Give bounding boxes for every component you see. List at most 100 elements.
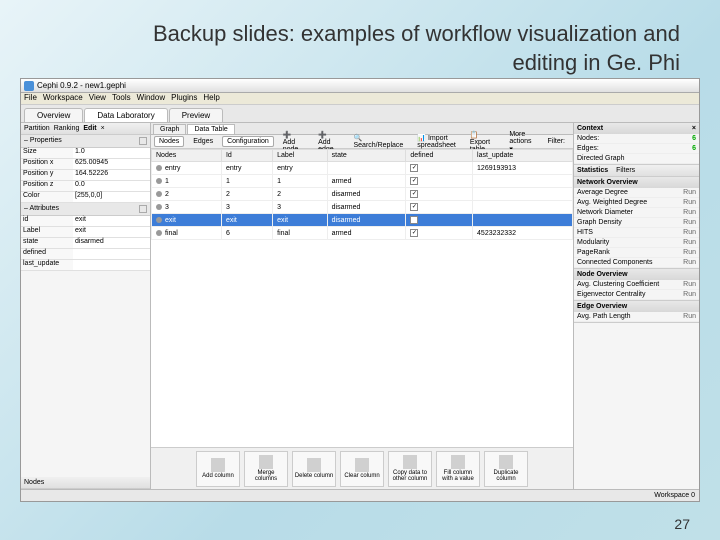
- tab-graph[interactable]: Graph: [153, 124, 186, 134]
- nodes-count-label: Nodes:: [577, 135, 599, 142]
- run-button[interactable]: Run: [683, 249, 696, 256]
- attributes-section-header[interactable]: – Attributes: [21, 203, 150, 216]
- left-panel-tabs: Partition Ranking Edit ×: [21, 123, 150, 135]
- fill-column-icon: [451, 455, 465, 469]
- add-column-icon: [211, 458, 225, 472]
- network-stat-row: PageRankRun: [574, 248, 699, 258]
- graph-type-label: Directed Graph: [577, 155, 624, 162]
- btn-edges[interactable]: Edges: [188, 136, 218, 147]
- duplicate-column-icon: [499, 455, 513, 469]
- tab-data-table[interactable]: Data Table: [187, 124, 234, 134]
- clear-column-icon: [355, 458, 369, 472]
- tab-overview[interactable]: Overview: [24, 108, 83, 122]
- slide-title-line2: editing in Ge. Phi: [153, 49, 680, 78]
- center-panel: Graph Data Table Nodes Edges Configurati…: [151, 123, 573, 489]
- menu-view[interactable]: View: [89, 93, 106, 104]
- btn-clear-column[interactable]: Clear column: [340, 451, 384, 487]
- data-toolbar: Nodes Edges Configuration ➕ Add node ➕ A…: [151, 135, 573, 149]
- btn-add-column[interactable]: Add column: [196, 451, 240, 487]
- slide-title-line1: Backup slides: examples of workflow visu…: [153, 20, 680, 49]
- data-table[interactable]: Nodes Id Label state defined last_update…: [151, 149, 573, 447]
- run-button[interactable]: Run: [683, 219, 696, 226]
- property-row[interactable]: Position y164.52226: [21, 170, 150, 181]
- tab-filters[interactable]: Filters: [616, 167, 635, 174]
- table-row[interactable]: 222disarmed✓: [152, 188, 573, 201]
- page-number: 27: [674, 516, 690, 532]
- run-button[interactable]: Run: [683, 259, 696, 266]
- property-row[interactable]: Position z0.0: [21, 181, 150, 192]
- btn-merge-columns[interactable]: Merge columns: [244, 451, 288, 487]
- run-button[interactable]: Run: [683, 189, 696, 196]
- edges-count-value: 6: [692, 145, 696, 152]
- edge-overview-header[interactable]: Edge Overview: [574, 301, 699, 312]
- close-icon[interactable]: ×: [101, 125, 105, 132]
- restore-icon[interactable]: [139, 137, 147, 145]
- workspace-indicator[interactable]: Workspace 0: [654, 492, 695, 499]
- right-panel: Context× Nodes:6 Edges:6 Directed Graph …: [573, 123, 699, 489]
- btn-delete-column[interactable]: Delete column: [292, 451, 336, 487]
- network-stat-row: HITSRun: [574, 228, 699, 238]
- properties-section-header[interactable]: – Properties: [21, 135, 150, 148]
- menu-file[interactable]: File: [24, 93, 37, 104]
- network-stat-row: Network DiameterRun: [574, 208, 699, 218]
- tab-edit[interactable]: Edit: [83, 125, 96, 132]
- table-row[interactable]: 333disarmed✓: [152, 201, 573, 214]
- table-row[interactable]: final6finalarmed✓4523232332: [152, 227, 573, 240]
- copy-data-icon: [403, 455, 417, 469]
- btn-duplicate-column[interactable]: Duplicate column: [484, 451, 528, 487]
- run-button[interactable]: Run: [683, 229, 696, 236]
- btn-nodes[interactable]: Nodes: [154, 136, 184, 147]
- menu-tools[interactable]: Tools: [112, 93, 131, 104]
- col-state[interactable]: state: [327, 150, 406, 162]
- column-actions-toolbar: Add column Merge columns Delete column C…: [151, 447, 573, 489]
- network-overview-header[interactable]: Network Overview: [574, 177, 699, 188]
- statusbar: Workspace 0: [21, 489, 699, 501]
- attribute-row[interactable]: statedisarmed: [21, 238, 150, 249]
- col-last-update[interactable]: last_update: [473, 150, 573, 162]
- titlebar: Cephi 0.9.2 - new1.gephi: [21, 79, 699, 93]
- restore-icon[interactable]: [139, 205, 147, 213]
- main-tabs: Overview Data Laboratory Preview: [21, 105, 699, 123]
- tab-partition[interactable]: Partition: [24, 125, 50, 132]
- menu-plugins[interactable]: Plugins: [171, 93, 197, 104]
- tab-statistics[interactable]: Statistics: [577, 167, 608, 174]
- run-button[interactable]: Run: [683, 281, 696, 288]
- table-row[interactable]: 111armed✓: [152, 175, 573, 188]
- menu-window[interactable]: Window: [137, 93, 165, 104]
- menu-workspace[interactable]: Workspace: [43, 93, 83, 104]
- node-overview-header[interactable]: Node Overview: [574, 269, 699, 280]
- run-button[interactable]: Run: [683, 209, 696, 216]
- run-button[interactable]: Run: [683, 239, 696, 246]
- window-title: Cephi 0.9.2 - new1.gephi: [37, 81, 126, 90]
- btn-fill-column[interactable]: Fill column with a value: [436, 451, 480, 487]
- col-label[interactable]: Label: [273, 150, 327, 162]
- table-row[interactable]: exitexitexitdisarmed✓: [152, 214, 573, 227]
- table-row[interactable]: entryentryentry✓1269193913: [152, 162, 573, 175]
- attribute-row[interactable]: defined: [21, 249, 150, 260]
- edge-stat-row: Avg. Path LengthRun: [574, 312, 699, 322]
- property-row[interactable]: Color[255,0,0]: [21, 192, 150, 203]
- attribute-row[interactable]: last_update: [21, 260, 150, 271]
- property-row[interactable]: Size1.0: [21, 148, 150, 159]
- property-row[interactable]: Position x625.00945: [21, 159, 150, 170]
- attribute-row[interactable]: Labelexit: [21, 227, 150, 238]
- tab-data-laboratory[interactable]: Data Laboratory: [84, 108, 167, 122]
- delete-column-icon: [307, 458, 321, 472]
- btn-copy-data[interactable]: Copy data to other column: [388, 451, 432, 487]
- btn-configuration[interactable]: Configuration: [222, 136, 274, 147]
- tab-ranking[interactable]: Ranking: [54, 125, 80, 132]
- col-nodes[interactable]: Nodes: [152, 150, 222, 162]
- col-id[interactable]: Id: [221, 150, 272, 162]
- run-button[interactable]: Run: [683, 291, 696, 298]
- network-stat-row: Connected ComponentsRun: [574, 258, 699, 268]
- run-button[interactable]: Run: [683, 313, 696, 320]
- menubar: File Workspace View Tools Window Plugins…: [21, 93, 699, 105]
- tab-preview[interactable]: Preview: [169, 108, 223, 122]
- attribute-row[interactable]: idexit: [21, 216, 150, 227]
- close-icon[interactable]: ×: [692, 125, 696, 132]
- col-defined[interactable]: defined: [406, 150, 473, 162]
- node-stat-row: Eigenvector CentralityRun: [574, 290, 699, 300]
- menu-help[interactable]: Help: [203, 93, 219, 104]
- run-button[interactable]: Run: [683, 199, 696, 206]
- merge-columns-icon: [259, 455, 273, 469]
